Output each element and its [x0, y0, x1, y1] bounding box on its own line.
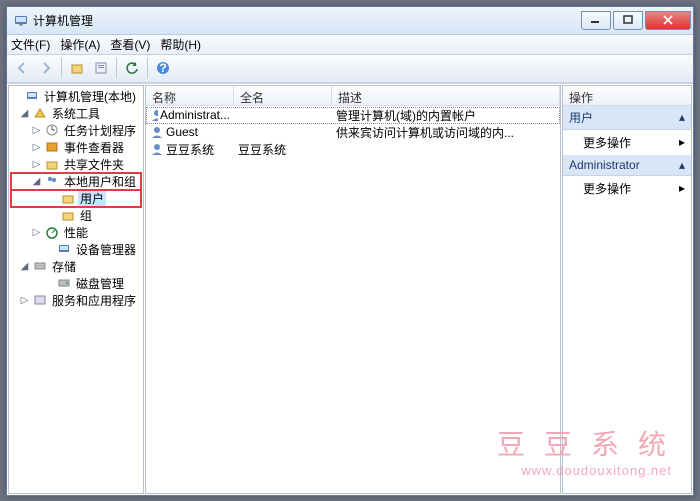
list-header: 名称 全名 描述: [146, 86, 560, 106]
tree-root[interactable]: 计算机管理(本地): [11, 88, 141, 105]
app-icon: [13, 12, 29, 28]
user-icon: [150, 142, 164, 156]
tree-shared-folders[interactable]: ▷共享文件夹: [11, 156, 141, 173]
action-more-1[interactable]: 更多操作▸: [563, 130, 691, 155]
column-name[interactable]: 名称: [146, 86, 234, 105]
minimize-button[interactable]: [581, 11, 611, 30]
tree-task-scheduler[interactable]: ▷任务计划程序: [11, 122, 141, 139]
menu-help[interactable]: 帮助(H): [160, 36, 201, 53]
chevron-right-icon: ▸: [679, 181, 685, 195]
separator: [147, 58, 148, 78]
refresh-button[interactable]: [121, 57, 143, 79]
separator: [61, 58, 62, 78]
user-icon: [150, 108, 158, 122]
forward-button[interactable]: [35, 57, 57, 79]
workspace: 计算机管理(本地) ◢系统工具 ▷任务计划程序 ▷事件查看器 ▷共享文件夹 ◢本…: [7, 83, 693, 495]
menu-view[interactable]: 查看(V): [110, 36, 150, 53]
menu-file[interactable]: 文件(F): [11, 36, 50, 53]
menu-action[interactable]: 操作(A): [60, 36, 100, 53]
user-row[interactable]: Guest 供来宾访问计算机或访问域的内...: [146, 124, 560, 141]
maximize-button[interactable]: [613, 11, 643, 30]
titlebar[interactable]: 计算机管理: [7, 7, 693, 35]
user-row[interactable]: 豆豆系统 豆豆系统: [146, 141, 560, 158]
toolbar: ?: [7, 55, 693, 83]
back-button[interactable]: [11, 57, 33, 79]
tree-event-viewer[interactable]: ▷事件查看器: [11, 139, 141, 156]
tree-pane: 计算机管理(本地) ◢系统工具 ▷任务计划程序 ▷事件查看器 ▷共享文件夹 ◢本…: [8, 85, 144, 494]
help-button[interactable]: ?: [152, 57, 174, 79]
user-row[interactable]: Administrat... 管理计算机(域)的内置帐户: [146, 107, 560, 124]
tree-system-tools[interactable]: ◢系统工具: [11, 105, 141, 122]
tree-disk-management[interactable]: 磁盘管理: [11, 275, 141, 292]
properties-button[interactable]: [90, 57, 112, 79]
column-desc[interactable]: 描述: [332, 86, 560, 105]
computer-management-window: 计算机管理 文件(F) 操作(A) 查看(V) 帮助(H) ? 计算机管理(本地…: [6, 6, 694, 496]
tree-device-manager[interactable]: 设备管理器: [11, 241, 141, 258]
tree-storage[interactable]: ◢存储: [11, 258, 141, 275]
close-button[interactable]: [645, 11, 691, 30]
tree-local-users-groups[interactable]: ◢本地用户和组: [11, 173, 141, 190]
actions-pane: 操作 用户▴ 更多操作▸ Administrator▴ 更多操作▸: [562, 85, 692, 494]
window-title: 计算机管理: [33, 12, 579, 29]
separator: [116, 58, 117, 78]
tree-users[interactable]: 用户: [11, 190, 141, 207]
tree-performance[interactable]: ▷性能: [11, 224, 141, 241]
action-group-admin[interactable]: Administrator▴: [563, 155, 691, 176]
chevron-right-icon: ▸: [679, 135, 685, 149]
tree-services-apps[interactable]: ▷服务和应用程序: [11, 292, 141, 309]
menubar: 文件(F) 操作(A) 查看(V) 帮助(H): [7, 35, 693, 55]
svg-text:?: ?: [159, 61, 166, 75]
user-icon: [150, 125, 164, 139]
action-group-users[interactable]: 用户▴: [563, 106, 691, 130]
actions-header: 操作: [563, 86, 691, 106]
collapse-icon: ▴: [679, 158, 685, 172]
tree-groups[interactable]: 组: [11, 207, 141, 224]
up-level-button[interactable]: [66, 57, 88, 79]
collapse-icon: ▴: [679, 110, 685, 124]
column-fullname[interactable]: 全名: [234, 86, 332, 105]
list-pane: 名称 全名 描述 Administrat... 管理计算机(域)的内置帐户 Gu…: [145, 85, 561, 494]
action-more-2[interactable]: 更多操作▸: [563, 176, 691, 201]
